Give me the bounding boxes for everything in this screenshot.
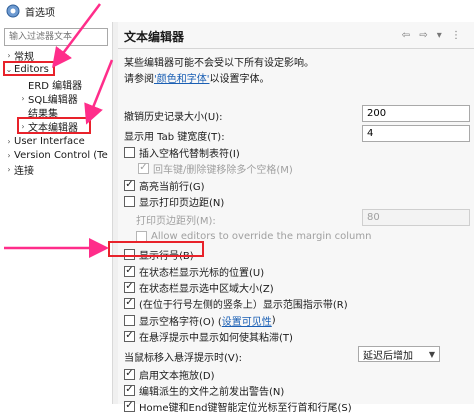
preferences-tree-pane: ›常规 ⌄Editors ERD 编辑器 ›SQL编辑器 结果集 ›文本编辑器 … [0, 22, 112, 404]
line-numbers-highlight-box [108, 241, 204, 257]
intro-text: 某些编辑器可能不会受以下所有设定影响。 [124, 58, 314, 69]
print-margin-checkbox[interactable]: 显示打印页边距(N) [124, 194, 224, 209]
warn-derived-checkbox[interactable]: ✓ 编辑派生的文件之前发出警告(N) [124, 383, 284, 398]
chevron-right-icon[interactable]: › [4, 51, 14, 60]
status-selection-checkbox[interactable]: ✓ 在状态栏显示选中区域大小(Z) [124, 280, 274, 295]
tree-item-user-interface[interactable]: › User Interface [4, 134, 84, 148]
print-margin-column-input[interactable] [362, 209, 470, 226]
tree-item-connection[interactable]: › 连接 [4, 162, 34, 177]
editors-highlight-box [3, 61, 55, 76]
backspace-remove-checkbox[interactable]: ✓ 回车键/删除键移除多个空格(M) [138, 161, 293, 176]
check-icon[interactable]: ✓ [124, 297, 135, 309]
text-editor-settings-pane: 文本编辑器 ⇦ ⇨ ▾ ⋮ 某些编辑器可能不会受以下所有设定影响。 请参阅'颜色… [118, 22, 474, 414]
check-icon[interactable]: ✓ [124, 330, 135, 342]
highlight-line-checkbox[interactable]: ✓ 高亮当前行(G) [124, 178, 205, 193]
chevron-right-icon[interactable]: › [4, 165, 14, 174]
check-icon[interactable]: ✓ [124, 368, 135, 380]
chevron-right-icon[interactable]: › [4, 151, 14, 160]
check-icon[interactable]: ✓ [124, 179, 135, 191]
show-whitespace-checkbox[interactable]: 显示空格字符(O) (设置可见性) [124, 313, 276, 328]
check-icon[interactable]: ✓ [138, 162, 149, 174]
print-margin-column-label: 打印页边距列(M): [136, 216, 216, 227]
colors-fonts-link[interactable]: '颜色和字体' [154, 74, 210, 85]
title-bar: 首选项 [0, 0, 474, 22]
app-icon [6, 4, 20, 18]
check-icon[interactable]: ✓ [124, 400, 135, 412]
hover-affordance-checkbox[interactable]: ✓ 在悬浮提示中显示如何使其粘滞(T) [124, 329, 293, 344]
chevron-right-icon[interactable]: › [4, 137, 14, 146]
tree-item-erd-editor[interactable]: ERD 编辑器 [28, 77, 82, 92]
smart-home-end-checkbox[interactable]: ✓ Home键和End键智能定位光标至行首和行尾(S) [124, 399, 352, 414]
tab-width-input[interactable] [362, 125, 470, 142]
tree-item-sql-editor[interactable]: › SQL编辑器 [18, 91, 77, 106]
nav-arrows-icon[interactable]: ⇦ ⇨ ▾ ⋮ [402, 30, 464, 41]
check-icon[interactable]: ✓ [124, 384, 135, 396]
undo-history-label: 撤销历史记录大小(U): [124, 112, 223, 123]
checkbox-box[interactable] [124, 146, 135, 158]
header-divider [118, 48, 474, 49]
tab-width-label: 显示用 Tab 键宽度(T): [124, 132, 225, 143]
tree-item-version-control[interactable]: › Version Control (Te [4, 148, 107, 162]
range-indicator-checkbox[interactable]: ✓ (在位于行号左侧的竖条上）显示范围指示带(R) [124, 296, 348, 311]
chevron-down-icon: ▼ [428, 349, 435, 359]
page-title: 文本编辑器 [124, 30, 185, 44]
filter-input[interactable] [4, 28, 108, 46]
status-cursor-checkbox[interactable]: ✓ 在状态栏显示光标的位置(U) [124, 264, 264, 279]
checkbox-box[interactable] [124, 314, 135, 326]
text-editor-highlight-box [17, 117, 91, 134]
checkbox-box[interactable] [136, 230, 147, 242]
hover-mode-select[interactable]: 延迟后增加 ▼ [358, 346, 440, 362]
check-icon[interactable]: ✓ [124, 265, 135, 277]
chevron-right-icon[interactable]: › [18, 94, 28, 103]
insert-spaces-checkbox[interactable]: 插入空格代替制表符(I) [124, 145, 240, 160]
checkbox-box[interactable] [124, 195, 135, 207]
undo-history-input[interactable] [362, 105, 470, 122]
hover-mouse-label: 当鼠标移入悬浮提示时(V): [124, 353, 243, 364]
window-title: 首选项 [25, 7, 55, 19]
drag-drop-checkbox[interactable]: ✓ 启用文本拖放(D) [124, 367, 215, 382]
font-hint: 请参阅'颜色和字体'以设置字体。 [124, 74, 270, 85]
tree-item-general[interactable]: › 常规 [4, 48, 34, 63]
visibility-settings-link[interactable]: 设置可见性 [222, 313, 272, 328]
check-icon[interactable]: ✓ [124, 281, 135, 293]
